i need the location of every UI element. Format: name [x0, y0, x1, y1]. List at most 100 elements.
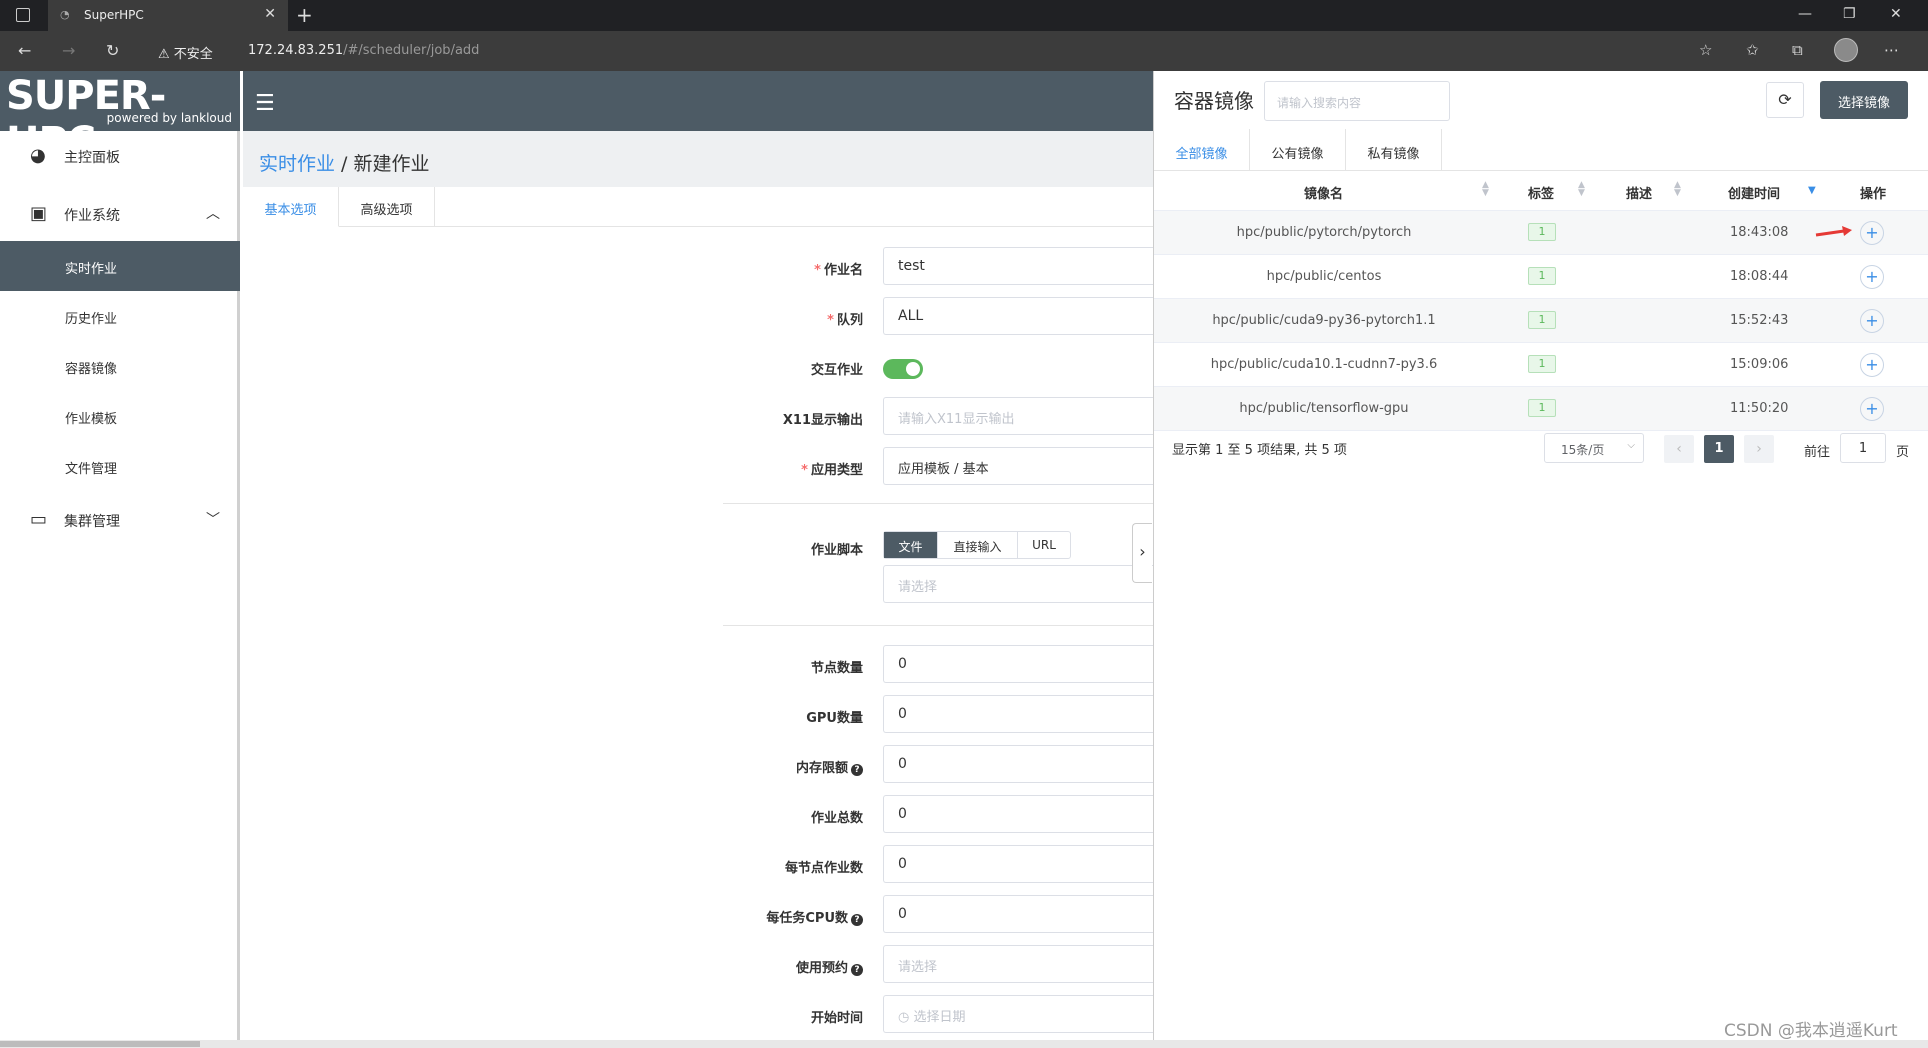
start-time-picker[interactable]: ◷ 选择日期	[883, 995, 1153, 1033]
goto-page-input[interactable]: 1	[1840, 433, 1886, 463]
more-icon[interactable]: ⋯	[1884, 41, 1899, 59]
sort-desc-icon[interactable]: ▼	[1808, 185, 1816, 196]
row-app-type: * 应用类型 应用模板 / 基本	[243, 447, 1153, 487]
add-image-button[interactable]: +	[1860, 265, 1884, 289]
sort-icon[interactable]: ▲ ▼	[1674, 181, 1681, 198]
browser-tab[interactable]: ◔ SuperHPC ✕	[48, 0, 288, 31]
insecure-warning[interactable]: ⚠ 不安全	[158, 43, 213, 62]
memory-input[interactable]: 0	[883, 745, 1153, 783]
reservation-select[interactable]: 请选择	[883, 945, 1153, 983]
table-row[interactable]: hpc/public/pytorch/pytorch 1 18:43:08 +	[1154, 211, 1928, 255]
table-row[interactable]: hpc/public/centos 1 18:08:44 +	[1154, 255, 1928, 299]
tag-badge: 1	[1528, 399, 1556, 417]
restore-icon[interactable]: ❐	[1843, 6, 1856, 22]
table-row[interactable]: hpc/public/cuda10.1-cudnn7-py3.6 1 15:09…	[1154, 343, 1928, 387]
logo-subtitle: powered by lankloud	[106, 111, 232, 125]
col-created-time[interactable]: 创建时间	[1728, 183, 1780, 202]
sidebar-item-cluster-management[interactable]: ▭ 集群管理 ﹀	[0, 495, 240, 543]
clipboard-icon: ▣	[30, 203, 48, 224]
reload-icon[interactable]: ↻	[106, 41, 119, 60]
script-source-url[interactable]: URL	[1018, 532, 1070, 558]
image-search-input[interactable]: 请输入搜索内容	[1264, 81, 1450, 121]
refresh-button[interactable]: ⟳	[1766, 82, 1804, 118]
window-close-icon[interactable]: ✕	[1890, 6, 1902, 22]
sidebar: SUPER-HPC powered by lankloud ◕ 主控面板 ▣ 作…	[0, 71, 240, 1048]
profile-avatar[interactable]	[1834, 38, 1858, 62]
add-image-button[interactable]: +	[1860, 353, 1884, 377]
script-file-select[interactable]: 请选择	[883, 565, 1153, 603]
table-row[interactable]: hpc/public/tensorflow-gpu 1 11:50:20 +	[1154, 387, 1928, 431]
back-icon[interactable]: ←	[18, 41, 31, 60]
chevron-down-icon: ﹀	[206, 512, 220, 528]
tab-all-images[interactable]: 全部镜像	[1154, 129, 1250, 171]
app-type-select[interactable]: 应用模板 / 基本	[883, 447, 1153, 485]
sidebar-item-dashboard[interactable]: ◕ 主控面板	[0, 131, 240, 179]
minimize-icon[interactable]: —	[1798, 6, 1812, 22]
tab-actions-icon[interactable]	[16, 8, 30, 22]
tab-basic-options[interactable]: 基本选项	[243, 187, 339, 227]
sort-icon[interactable]: ▲ ▼	[1578, 181, 1585, 198]
gpus-input[interactable]: 0	[883, 695, 1153, 733]
table-row[interactable]: hpc/public/cuda9-py36-pytorch1.1 1 15:52…	[1154, 299, 1928, 343]
next-page-button[interactable]: ›	[1744, 435, 1774, 463]
image-tabs: 全部镜像 公有镜像 私有镜像	[1154, 129, 1928, 171]
col-tag[interactable]: 标签	[1528, 183, 1554, 202]
tab-public-images[interactable]: 公有镜像	[1250, 129, 1346, 171]
close-tab-icon[interactable]: ✕	[264, 6, 276, 22]
cpus-per-task-input[interactable]: 0	[883, 895, 1153, 933]
url-field[interactable]: ⚠ 不安全 172.24.83.251/#/scheduler/job/add	[146, 37, 1686, 65]
nodes-input[interactable]: 0	[883, 645, 1153, 683]
jobs-per-node-input[interactable]: 0	[883, 845, 1153, 883]
breadcrumb-parent[interactable]: 实时作业	[259, 153, 335, 175]
tab-private-images[interactable]: 私有镜像	[1346, 129, 1442, 171]
script-source-direct[interactable]: 直接输入	[938, 532, 1018, 558]
forward-icon[interactable]: →	[62, 41, 75, 60]
tag-badge: 1	[1528, 355, 1556, 373]
interactive-switch[interactable]	[883, 359, 923, 379]
sidebar-item-history-jobs[interactable]: 历史作业	[0, 291, 240, 341]
goto-label: 前往	[1804, 445, 1831, 460]
menu-toggle-icon[interactable]: ☰	[255, 91, 275, 116]
logo: SUPER-HPC powered by lankloud	[0, 71, 240, 165]
sidebar-item-container-images[interactable]: 容器镜像	[0, 341, 240, 391]
add-image-button[interactable]: +	[1860, 397, 1884, 421]
col-image-name[interactable]: 镜像名	[1304, 183, 1343, 202]
x11-input[interactable]: 请输入X11显示输出	[883, 397, 1153, 435]
sidebar-item-job-templates[interactable]: 作业模板	[0, 391, 240, 441]
panel-collapse-button[interactable]: ›	[1132, 523, 1152, 583]
favorites-icon[interactable]: ✩	[1746, 41, 1759, 59]
sidebar-item-file-management[interactable]: 文件管理	[0, 441, 240, 491]
col-description[interactable]: 描述	[1626, 183, 1652, 202]
main-content: ☰ 实时作业 / 新建作业 基本选项 高级选项 * 作业名 test * 队列 AL…	[243, 71, 1153, 1048]
script-source-toggle: 文件 直接输入 URL	[883, 531, 1071, 559]
prev-page-button[interactable]: ‹	[1664, 435, 1694, 463]
help-icon[interactable]: ?	[851, 914, 863, 926]
sidebar-item-job-system[interactable]: ▣ 作业系统 ︿	[0, 189, 240, 237]
sidebar-item-realtime-jobs[interactable]: 实时作业	[0, 241, 240, 291]
tab-advanced-options[interactable]: 高级选项	[339, 187, 435, 227]
add-image-button[interactable]: +	[1860, 221, 1884, 245]
row-cpus-per-task: 每任务CPU数? 0	[243, 895, 1153, 935]
image-name: hpc/public/cuda9-py36-pytorch1.1	[1212, 313, 1436, 328]
job-name-input[interactable]: test	[883, 247, 1153, 285]
script-source-file[interactable]: 文件	[884, 532, 938, 558]
add-image-button[interactable]: +	[1860, 309, 1884, 333]
total-jobs-input[interactable]: 0	[883, 795, 1153, 833]
choose-image-button[interactable]: 选择镜像	[1820, 81, 1908, 119]
image-name: hpc/public/pytorch/pytorch	[1236, 225, 1412, 240]
horizontal-scrollbar[interactable]	[0, 1040, 1928, 1048]
page-size-select[interactable]: 15条/页 ⌵	[1544, 433, 1644, 463]
help-icon[interactable]: ?	[851, 764, 863, 776]
help-icon[interactable]: ?	[851, 964, 863, 976]
breadcrumb-current: 新建作业	[353, 153, 430, 175]
table-header: 镜像名 ▲ ▼ 标签 ▲ ▼ 描述 ▲ ▼ 创建时间 ▼ 操作	[1154, 171, 1928, 211]
favorite-add-icon[interactable]: ☆	[1699, 41, 1712, 59]
url-text[interactable]: 172.24.83.251/#/scheduler/job/add	[248, 43, 479, 58]
col-actions: 操作	[1860, 187, 1887, 202]
image-name: hpc/public/cuda10.1-cudnn7-py3.6	[1210, 357, 1438, 372]
collections-icon[interactable]: ⧉	[1792, 41, 1803, 59]
queue-select[interactable]: ALL	[883, 297, 1153, 335]
sort-icon[interactable]: ▲ ▼	[1482, 181, 1489, 198]
new-tab-icon[interactable]: +	[296, 3, 313, 27]
page-number-button[interactable]: 1	[1704, 435, 1734, 463]
